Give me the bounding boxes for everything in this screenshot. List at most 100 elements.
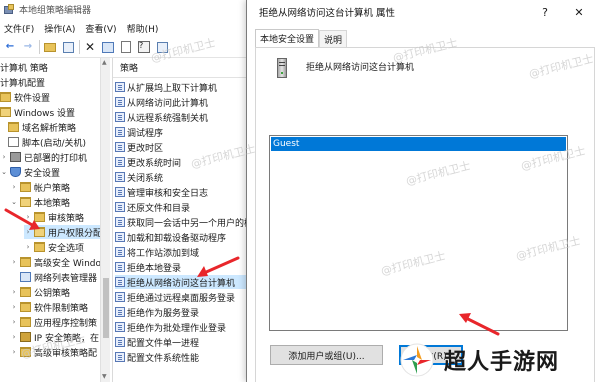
- tree-item-public-key[interactable]: › 公钥策略: [10, 285, 70, 299]
- policy-row[interactable]: 拒绝作为服务登录: [115, 305, 261, 319]
- policy-row[interactable]: 配置文件系统性能: [115, 350, 261, 364]
- account-item-selected[interactable]: Guest: [271, 137, 566, 151]
- expand-arrow-icon[interactable]: ›: [10, 303, 18, 311]
- tab-label: 本地安全设置: [260, 35, 315, 45]
- console-view-icon[interactable]: [155, 40, 169, 54]
- close-icon[interactable]: ✕: [570, 4, 588, 20]
- expand-arrow-icon[interactable]: ›: [0, 153, 8, 161]
- policy-row[interactable]: 拒绝通过远程桌面服务登录: [115, 290, 261, 304]
- tree-item-printers[interactable]: › 已部署的打印机: [0, 150, 87, 164]
- expand-arrow-icon[interactable]: ›: [10, 318, 18, 326]
- remove-button[interactable]: 删除(R): [399, 345, 463, 365]
- printer-icon: [10, 152, 21, 162]
- policy-icon: [115, 352, 125, 362]
- expand-arrow-icon[interactable]: ›: [10, 183, 18, 191]
- policy-row[interactable]: 从远程系统强制关机: [115, 110, 261, 124]
- policy-row[interactable]: 更改系统时间: [115, 155, 261, 169]
- collapse-arrow-icon[interactable]: ⌄: [10, 198, 18, 206]
- policy-row[interactable]: 还原文件和目录: [115, 200, 261, 214]
- tab-explain[interactable]: 说明: [319, 30, 348, 47]
- policy-row[interactable]: 从扩展坞上取下计算机: [115, 80, 261, 94]
- scroll-up-icon[interactable]: ▲: [102, 59, 107, 66]
- accounts-listbox[interactable]: Guest: [269, 135, 568, 331]
- policy-label: 从网络访问此计算机: [127, 98, 209, 109]
- expand-arrow-icon[interactable]: ›: [10, 348, 18, 356]
- tree-item-windows-settings[interactable]: Windows 设置: [0, 105, 75, 119]
- account-name: Guest: [273, 139, 300, 149]
- tree-item-security-settings[interactable]: ⌄ 安全设置: [0, 165, 60, 179]
- policy-row[interactable]: 加载和卸载设备驱动程序: [115, 230, 261, 244]
- policy-row[interactable]: 拒绝本地登录: [115, 260, 261, 274]
- tree-item-label: 应用程序控制策: [34, 318, 98, 329]
- scroll-down-icon[interactable]: ▼: [102, 373, 107, 380]
- collapse-arrow-icon[interactable]: ⌄: [0, 168, 8, 176]
- tree-item-ip-security[interactable]: › IP 安全策略，在: [10, 330, 99, 344]
- expand-arrow-icon[interactable]: ›: [24, 228, 32, 236]
- tree-scrollbar-thumb[interactable]: [103, 278, 109, 338]
- help-icon[interactable]: ?: [137, 40, 151, 54]
- policy-list-pane[interactable]: 策略 从扩展坞上取下计算机 从网络访问此计算机 从远程系统强制关机 调试程序 更…: [112, 58, 262, 382]
- policy-row[interactable]: 配置文件单一进程: [115, 335, 261, 349]
- policy-icon: [115, 292, 125, 302]
- tree-item-audit-policy[interactable]: › 审核策略: [24, 210, 84, 224]
- expand-arrow-icon[interactable]: ›: [10, 333, 18, 341]
- tab-local-security-setting[interactable]: 本地安全设置: [255, 29, 320, 47]
- folder-icon: [20, 317, 31, 327]
- policy-row[interactable]: 获取同一会话中另一个用户的模: [115, 215, 261, 229]
- tree-scrollbar[interactable]: ▲ ▼: [100, 58, 110, 382]
- editor-title: 本地组策略编辑器: [19, 6, 92, 16]
- console-tree[interactable]: 计算机 策略 计算机配置 软件设置 Windows 设置 域名解析策略 脚本(启…: [0, 58, 110, 382]
- policy-icon: [115, 322, 125, 332]
- menu-help[interactable]: 帮助(H): [127, 22, 159, 35]
- expand-arrow-icon[interactable]: ›: [24, 243, 32, 251]
- tree-item-account-policies[interactable]: › 帐户策略: [10, 180, 70, 194]
- help-button-icon[interactable]: ?: [537, 4, 553, 20]
- expand-arrow-icon[interactable]: ›: [10, 258, 18, 266]
- show-hide-tree-icon[interactable]: [61, 40, 75, 54]
- policy-icon: [115, 97, 125, 107]
- policy-label: 获取同一会话中另一个用户的模: [127, 218, 254, 229]
- tree-item-computer-policy[interactable]: 计算机 策略: [0, 60, 48, 74]
- policy-row[interactable]: 调试程序: [115, 125, 261, 139]
- tree-item-security-options[interactable]: › 安全选项: [24, 240, 84, 254]
- policy-label: 配置文件单一进程: [127, 338, 200, 349]
- policy-row-selected[interactable]: 拒绝从网络访问这台计算机: [115, 275, 261, 289]
- tree-item-advanced-audit[interactable]: › 高级审核策略配: [10, 345, 97, 359]
- tree-item-local-policies[interactable]: ⌄ 本地策略: [10, 195, 70, 209]
- dialog-title: 拒绝从网络访问这台计算机 属性: [259, 8, 396, 19]
- tree-item-scripts[interactable]: 脚本(启动/关机): [8, 135, 86, 149]
- tree-item-network-list[interactable]: 网络列表管理器: [10, 270, 97, 284]
- policy-row[interactable]: 管理审核和安全日志: [115, 185, 261, 199]
- menu-action[interactable]: 操作(A): [44, 22, 75, 35]
- policy-row[interactable]: 更改时区: [115, 140, 261, 154]
- policy-label: 关闭系统: [127, 173, 164, 184]
- properties-icon[interactable]: [101, 40, 115, 54]
- back-arrow-icon[interactable]: ←: [3, 40, 17, 54]
- tree-item-advanced-firewall[interactable]: › 高级安全 Windo: [10, 255, 101, 269]
- folder-open-icon: [33, 227, 45, 237]
- policy-row[interactable]: 关闭系统: [115, 170, 261, 184]
- tree-item-computer-config[interactable]: 计算机配置: [0, 75, 45, 89]
- policy-label: 还原文件和目录: [127, 203, 191, 214]
- policy-column-header[interactable]: 策略: [113, 58, 262, 78]
- expand-arrow-icon[interactable]: ›: [10, 288, 18, 296]
- delete-icon[interactable]: ✕: [83, 40, 97, 54]
- up-folder-icon[interactable]: [43, 40, 57, 54]
- tree-item-software-restriction[interactable]: › 软件限制策略: [10, 300, 88, 314]
- tree-item-user-rights[interactable]: › 用户权限分配: [24, 225, 102, 239]
- policy-row[interactable]: 从网络访问此计算机: [115, 95, 261, 109]
- expand-arrow-icon[interactable]: ›: [24, 213, 32, 221]
- export-list-icon[interactable]: [119, 40, 133, 54]
- tree-item-app-control[interactable]: › 应用程序控制策: [10, 315, 97, 329]
- folder-icon: [34, 212, 45, 222]
- forward-arrow-icon[interactable]: →: [21, 40, 35, 54]
- tree-item-name-resolution[interactable]: 域名解析策略: [8, 120, 76, 134]
- tree-item-software-settings[interactable]: 软件设置: [0, 90, 50, 104]
- menu-file[interactable]: 文件(F): [4, 22, 34, 35]
- folder-icon: [20, 257, 31, 267]
- group-policy-editor-window: 本地组策略编辑器 文件(F) 操作(A) 查看(V) 帮助(H) ← → ✕ ?…: [0, 0, 262, 382]
- menu-view[interactable]: 查看(V): [85, 22, 116, 35]
- policy-row[interactable]: 拒绝作为批处理作业登录: [115, 320, 261, 334]
- policy-row[interactable]: 将工作站添加到域: [115, 245, 261, 259]
- add-user-or-group-button[interactable]: 添加用户或组(U)...: [270, 345, 383, 365]
